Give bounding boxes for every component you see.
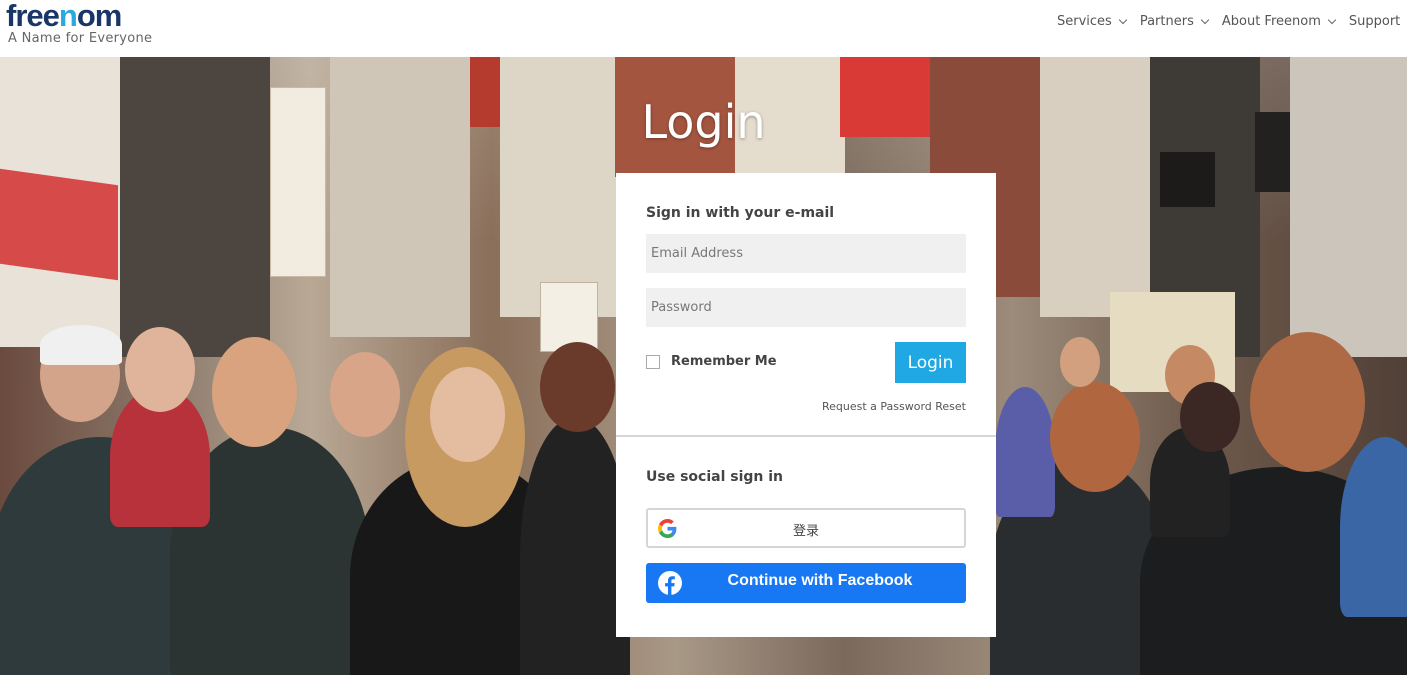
email-input[interactable] xyxy=(646,234,966,273)
password-input[interactable] xyxy=(646,288,966,327)
page-title: Login xyxy=(641,95,766,149)
nav-partners[interactable]: Partners xyxy=(1140,14,1210,29)
remember-me[interactable]: Remember Me xyxy=(646,354,777,369)
logo-wordmark: freenom xyxy=(6,0,122,33)
google-signin-button[interactable]: 登录 xyxy=(646,508,966,548)
section-divider xyxy=(616,435,996,437)
remember-me-label: Remember Me xyxy=(671,354,777,369)
nav-services[interactable]: Services xyxy=(1057,14,1128,29)
password-reset-link[interactable]: Request a Password Reset xyxy=(822,400,966,413)
login-button[interactable]: Login xyxy=(895,342,966,383)
freenom-logo[interactable]: freenom A Name for Everyone xyxy=(6,0,152,46)
facebook-signin-button[interactable]: Continue with Facebook xyxy=(646,563,966,603)
facebook-signin-label: Continue with Facebook xyxy=(727,572,913,589)
email-section-title: Sign in with your e-mail xyxy=(646,205,835,221)
logo-tagline: A Name for Everyone xyxy=(8,31,153,46)
chevron-down-icon xyxy=(1118,15,1128,24)
chevron-down-icon xyxy=(1200,15,1210,24)
chevron-down-icon xyxy=(1327,15,1337,24)
nav-support[interactable]: Support xyxy=(1349,14,1407,29)
login-card: Sign in with your e-mail Remember Me Log… xyxy=(616,173,996,637)
remember-me-checkbox[interactable] xyxy=(646,354,660,369)
google-signin-label: 登录 xyxy=(792,524,819,539)
social-section-title: Use social sign in xyxy=(646,469,783,485)
site-header: freenom A Name for Everyone Services Par… xyxy=(0,0,1407,57)
nav-about[interactable]: About Freenom xyxy=(1222,14,1337,29)
main-nav: Services Partners About Freenom Support xyxy=(1057,14,1407,29)
